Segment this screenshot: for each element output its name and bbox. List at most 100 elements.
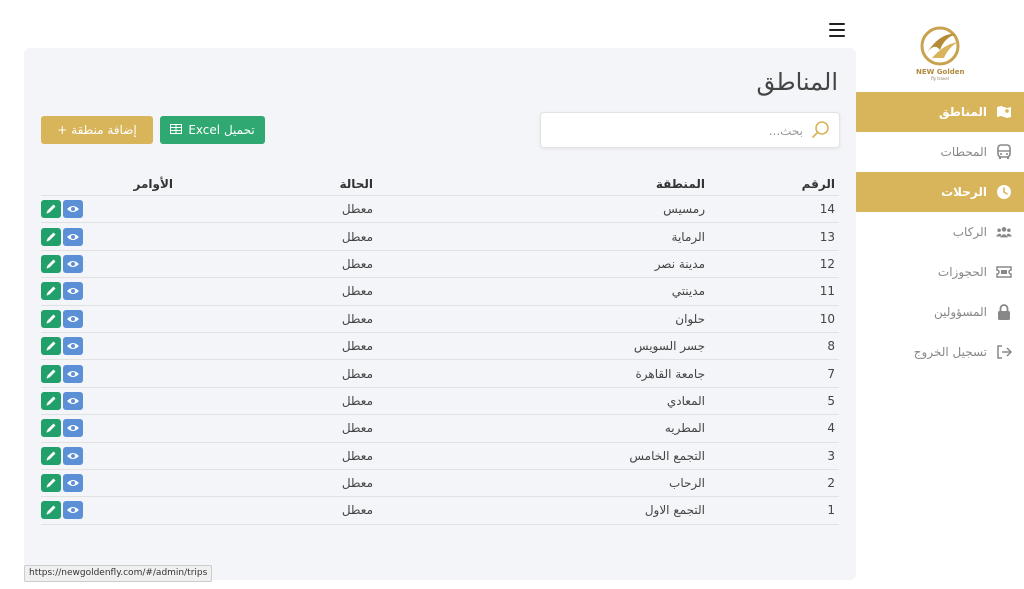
cell-number: 7 bbox=[827, 366, 835, 381]
cell-area: رمسيس bbox=[663, 202, 705, 217]
edit-pencil-icon[interactable] bbox=[41, 200, 61, 219]
page-title: المناطق bbox=[756, 68, 838, 96]
download-excel-button[interactable]: تحميل Excel bbox=[160, 116, 265, 144]
cell-status: معطل bbox=[341, 311, 373, 326]
edit-pencil-icon[interactable] bbox=[41, 391, 61, 410]
cell-area: التجمع الاول bbox=[644, 503, 705, 518]
view-eye-icon[interactable] bbox=[63, 337, 83, 356]
sidebar-item-map[interactable]: المناطق bbox=[856, 92, 1024, 132]
edit-pencil-icon[interactable] bbox=[41, 227, 61, 246]
cell-status: معطل bbox=[341, 503, 373, 518]
ticket-icon bbox=[996, 264, 1012, 280]
sidebar-nav: المناطق المحطات الرحلات الركاب الحجوزات المسؤ… bbox=[856, 92, 1024, 372]
cell-area: التجمع الخامس bbox=[629, 448, 705, 463]
areas-table: الرقم المنطقة الحالة الأوامر 14 رمسيس معطل… bbox=[41, 172, 839, 525]
edit-pencil-icon[interactable] bbox=[41, 446, 61, 465]
edit-pencil-icon[interactable] bbox=[41, 364, 61, 383]
sidebar-item-users[interactable]: الركاب bbox=[856, 212, 1024, 252]
sidebar-item-label: الركاب bbox=[952, 225, 987, 239]
view-eye-icon[interactable] bbox=[63, 446, 83, 465]
logo-title: NEW Golden bbox=[916, 68, 965, 76]
view-eye-icon[interactable] bbox=[63, 419, 83, 438]
table-row: 14 رمسيس معطل bbox=[41, 196, 839, 224]
app-root: المناطق تحميل Excel إضا bbox=[0, 0, 1024, 589]
view-eye-icon[interactable] bbox=[63, 391, 83, 410]
cell-status: معطل bbox=[341, 393, 373, 408]
view-eye-icon[interactable] bbox=[63, 227, 83, 246]
cell-area: المطريه bbox=[664, 421, 705, 436]
sidebar-item-logout[interactable]: تسجيل الخروج bbox=[856, 332, 1024, 372]
view-eye-icon[interactable] bbox=[63, 200, 83, 219]
table-row: 5 المعادي معطل bbox=[41, 388, 839, 416]
cell-area: المعادي bbox=[666, 393, 705, 408]
cell-number: 4 bbox=[827, 421, 835, 436]
cell-actions bbox=[41, 446, 173, 465]
search-input[interactable] bbox=[553, 121, 803, 141]
sidebar-item-ticket[interactable]: الحجوزات bbox=[856, 252, 1024, 292]
view-eye-icon[interactable] bbox=[63, 254, 83, 273]
cell-actions bbox=[41, 391, 173, 410]
cell-area: جامعة القاهرة bbox=[635, 366, 706, 381]
cell-actions bbox=[41, 309, 173, 328]
map-icon bbox=[996, 104, 1012, 120]
sidebar-item-lock[interactable]: المسؤولين bbox=[856, 292, 1024, 332]
cell-number: 13 bbox=[819, 229, 835, 244]
header-actions: الأوامر bbox=[133, 176, 173, 191]
cell-status: معطل bbox=[341, 476, 373, 491]
header-status: الحالة bbox=[339, 176, 373, 191]
cell-actions bbox=[41, 419, 173, 438]
cell-number: 5 bbox=[827, 393, 835, 408]
cell-area: الرماية bbox=[671, 229, 705, 244]
table-row: 2 الرحاب معطل bbox=[41, 470, 839, 498]
table-row: 1 التجمع الاول معطل bbox=[41, 497, 839, 525]
cell-area: مدينة نصر bbox=[654, 256, 705, 271]
logo-subtitle: fly travel bbox=[931, 76, 949, 81]
menu-toggle-icon[interactable] bbox=[829, 23, 845, 37]
table-body: 14 رمسيس معطل 13 الرماية معطل 12 مدينة نصر معطل 1… bbox=[41, 196, 839, 525]
view-eye-icon[interactable] bbox=[63, 474, 83, 493]
cell-status: معطل bbox=[341, 284, 373, 299]
cell-number: 3 bbox=[827, 448, 835, 463]
table-row: 11 مدينتي معطل bbox=[41, 278, 839, 306]
cell-number: 2 bbox=[827, 476, 835, 491]
edit-pencil-icon[interactable] bbox=[41, 282, 61, 301]
view-eye-icon[interactable] bbox=[63, 282, 83, 301]
lock-icon bbox=[996, 304, 1012, 320]
cell-actions bbox=[41, 200, 173, 219]
status-bar-url: https://newgoldenfly.com/#/admin/trips bbox=[24, 565, 213, 582]
cell-actions bbox=[41, 254, 173, 273]
search-box[interactable] bbox=[540, 112, 840, 148]
table-row: 3 التجمع الخامس معطل bbox=[41, 443, 839, 470]
view-eye-icon[interactable] bbox=[63, 364, 83, 383]
table-row: 13 الرماية معطل bbox=[41, 223, 839, 251]
search-icon[interactable] bbox=[811, 120, 831, 140]
cell-actions bbox=[41, 364, 173, 383]
table-row: 7 جامعة القاهرة معطل bbox=[41, 360, 839, 388]
add-area-button[interactable]: إضافة منطقة + bbox=[41, 116, 153, 144]
cell-status: معطل bbox=[341, 448, 373, 463]
sidebar-item-label: المحطات bbox=[940, 145, 987, 159]
edit-pencil-icon[interactable] bbox=[41, 474, 61, 493]
sidebar-item-clock[interactable]: الرحلات bbox=[856, 172, 1024, 212]
cell-status: معطل bbox=[341, 366, 373, 381]
edit-pencil-icon[interactable] bbox=[41, 309, 61, 328]
cell-actions bbox=[41, 282, 173, 301]
edit-pencil-icon[interactable] bbox=[41, 501, 61, 520]
view-eye-icon[interactable] bbox=[63, 309, 83, 328]
edit-pencil-icon[interactable] bbox=[41, 419, 61, 438]
edit-pencil-icon[interactable] bbox=[41, 337, 61, 356]
cell-actions bbox=[41, 474, 173, 493]
cell-actions bbox=[41, 337, 173, 356]
view-eye-icon[interactable] bbox=[63, 501, 83, 520]
sidebar-item-label: تسجيل الخروج bbox=[913, 345, 987, 359]
sidebar-item-bus[interactable]: المحطات bbox=[856, 132, 1024, 172]
cell-area: مدينتي bbox=[671, 284, 705, 299]
header-area: المنطقة bbox=[655, 176, 705, 191]
clock-icon bbox=[996, 184, 1012, 200]
sidebar-item-label: الحجوزات bbox=[937, 265, 987, 279]
table-header: الرقم المنطقة الحالة الأوامر bbox=[41, 172, 839, 196]
sidebar-item-label: المناطق bbox=[938, 105, 987, 119]
edit-pencil-icon[interactable] bbox=[41, 254, 61, 273]
users-icon bbox=[996, 224, 1012, 240]
cell-status: معطل bbox=[341, 256, 373, 271]
